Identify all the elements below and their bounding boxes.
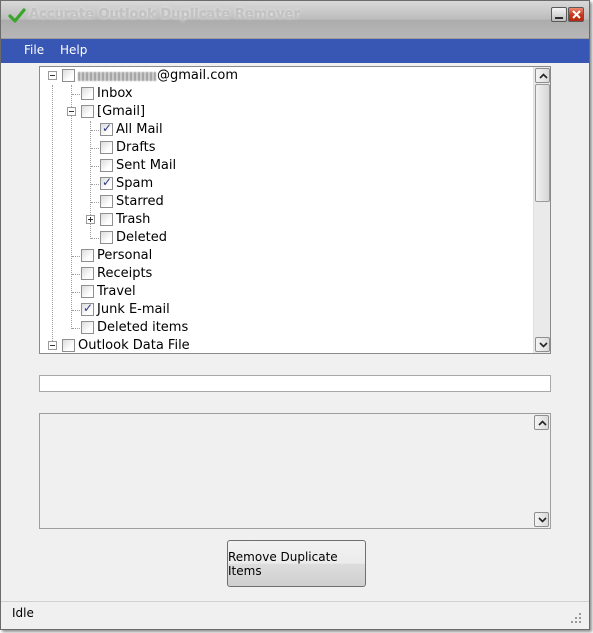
tree-node-label: Junk E-mail bbox=[97, 302, 170, 317]
tree-node-sent-mail[interactable]: Sent Mail bbox=[40, 157, 530, 175]
tree-node-label: Starred bbox=[116, 194, 164, 209]
tree-node-label: Outlook Data File bbox=[78, 338, 190, 353]
checkbox-all-mail[interactable] bbox=[100, 121, 113, 136]
tree-node-personal[interactable]: Personal bbox=[40, 247, 530, 265]
tree-node-deleted[interactable]: Deleted bbox=[40, 229, 530, 247]
scroll-down-button[interactable] bbox=[534, 512, 549, 527]
tree-node-label: @gmail.com bbox=[157, 68, 239, 83]
progress-bar bbox=[39, 375, 551, 392]
checkbox-outlook-data-file[interactable] bbox=[62, 339, 75, 352]
checkbox-personal[interactable] bbox=[81, 249, 94, 262]
status-text: Idle bbox=[12, 606, 34, 620]
menu-help[interactable]: Help bbox=[60, 43, 87, 57]
checkbox-receipts[interactable] bbox=[81, 267, 94, 280]
tree-node-label: Inbox bbox=[97, 86, 133, 101]
app-window: Accurate Outlook Duplicate Remover File … bbox=[0, 0, 590, 630]
tree-node-junk-email[interactable]: Junk E-mail bbox=[40, 301, 530, 319]
tree-scrollbar[interactable] bbox=[533, 67, 550, 353]
log-textbox[interactable] bbox=[39, 413, 551, 529]
status-bar: Idle bbox=[1, 601, 589, 629]
checkbox-deleted[interactable] bbox=[100, 231, 113, 244]
tree-node-label: Deleted bbox=[116, 230, 167, 245]
tree-node-label: [Gmail] bbox=[97, 104, 146, 119]
collapse-icon[interactable] bbox=[48, 341, 57, 350]
tree-node-drafts[interactable]: Drafts bbox=[40, 139, 530, 157]
window-title: Accurate Outlook Duplicate Remover bbox=[29, 7, 300, 22]
minimize-button[interactable] bbox=[551, 7, 567, 22]
tree-node-label: Drafts bbox=[116, 140, 156, 155]
tree-node-gmail[interactable]: [Gmail] bbox=[40, 103, 530, 121]
tree-node-inbox[interactable]: Inbox bbox=[40, 85, 530, 103]
checkbox-spam[interactable] bbox=[100, 175, 113, 190]
tree-node-trash[interactable]: Trash bbox=[40, 211, 530, 229]
checkbox-travel[interactable] bbox=[81, 285, 94, 298]
resize-grip-icon[interactable] bbox=[571, 613, 581, 623]
checkbox-junk-email[interactable] bbox=[81, 301, 94, 316]
tree-node-account[interactable]: @gmail.com bbox=[40, 67, 530, 85]
tree-node-travel[interactable]: Travel bbox=[40, 283, 530, 301]
checkmark-icon bbox=[8, 7, 26, 25]
tree-node-deleted-items[interactable]: Deleted items bbox=[40, 319, 530, 337]
chevron-up-icon bbox=[539, 73, 548, 79]
scroll-up-button[interactable] bbox=[534, 415, 549, 430]
checkbox-trash[interactable] bbox=[100, 213, 113, 226]
tree-node-label: Deleted items bbox=[97, 320, 189, 335]
expand-icon[interactable] bbox=[86, 215, 95, 224]
menu-bar: File Help bbox=[1, 39, 589, 63]
checkbox-inbox[interactable] bbox=[81, 87, 94, 100]
checkbox-deleted-items[interactable] bbox=[81, 321, 94, 334]
chevron-up-icon bbox=[538, 420, 547, 426]
checkbox-drafts[interactable] bbox=[100, 141, 113, 154]
tree-node-label: Receipts bbox=[97, 266, 153, 281]
log-scrollbar[interactable] bbox=[533, 414, 550, 528]
chevron-down-icon bbox=[538, 517, 547, 523]
tree-node-label: Travel bbox=[97, 284, 136, 299]
tree-node-label: Trash bbox=[116, 212, 151, 227]
remove-duplicates-button[interactable]: Remove Duplicate Items bbox=[227, 540, 366, 587]
tree-node-spam[interactable]: Spam bbox=[40, 175, 530, 193]
collapse-icon[interactable] bbox=[67, 107, 76, 116]
tree-node-label: All Mail bbox=[116, 122, 163, 137]
tree-node-all-mail[interactable]: All Mail bbox=[40, 121, 530, 139]
tree-node-label: Sent Mail bbox=[116, 158, 177, 173]
checkbox-sent-mail[interactable] bbox=[100, 159, 113, 172]
folder-tree[interactable]: @gmail.com Inbox [Gmail] All Mail Drafts… bbox=[39, 66, 551, 354]
title-bar[interactable]: Accurate Outlook Duplicate Remover bbox=[1, 1, 589, 39]
checkbox-gmail[interactable] bbox=[81, 105, 94, 118]
tree-node-receipts[interactable]: Receipts bbox=[40, 265, 530, 283]
tree-node-label: Personal bbox=[97, 248, 153, 263]
tree-node-starred[interactable]: Starred bbox=[40, 193, 530, 211]
chevron-down-icon bbox=[539, 342, 548, 348]
scroll-down-button[interactable] bbox=[535, 337, 550, 352]
menu-file[interactable]: File bbox=[24, 43, 44, 57]
redacted-username bbox=[78, 72, 156, 81]
close-icon bbox=[572, 10, 581, 19]
scroll-thumb[interactable] bbox=[535, 84, 550, 202]
collapse-icon[interactable] bbox=[48, 71, 57, 80]
scroll-up-button[interactable] bbox=[535, 68, 550, 83]
tree-node-outlook-data-file[interactable]: Outlook Data File bbox=[40, 337, 530, 353]
checkbox-starred[interactable] bbox=[100, 195, 113, 208]
close-button[interactable] bbox=[568, 7, 584, 22]
checkbox-account[interactable] bbox=[62, 69, 75, 82]
tree-node-label: Spam bbox=[116, 176, 154, 191]
